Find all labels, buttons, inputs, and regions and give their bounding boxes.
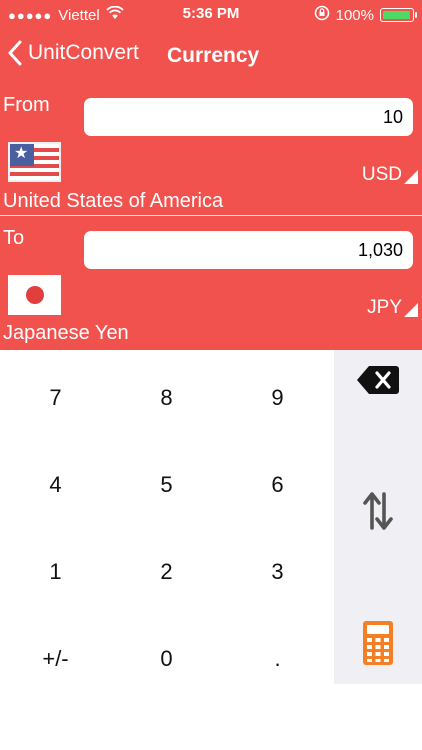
chevron-left-icon xyxy=(8,40,22,66)
from-label: From xyxy=(3,94,50,116)
from-currency-selector[interactable]: USD xyxy=(362,164,418,186)
to-currency-selector[interactable]: JPY xyxy=(367,297,418,319)
key-6[interactable]: 6 xyxy=(222,441,333,528)
key-decimal[interactable]: . xyxy=(222,615,333,702)
navigation-bar: UnitConvert Currency xyxy=(0,36,422,76)
back-button[interactable]: UnitConvert xyxy=(8,40,139,66)
section-divider xyxy=(0,215,422,216)
swap-icon xyxy=(363,492,393,530)
battery-icon xyxy=(380,8,417,22)
key-2[interactable]: 2 xyxy=(111,528,222,615)
rotation-lock-icon xyxy=(314,5,330,25)
key-plus-minus[interactable]: +/- xyxy=(0,615,111,702)
backspace-button[interactable] xyxy=(334,364,422,398)
back-button-label: UnitConvert xyxy=(28,41,139,64)
number-keypad: 7 8 9 4 5 6 1 2 3 +/- 0 . xyxy=(0,350,334,684)
key-7[interactable]: 7 xyxy=(0,354,111,441)
battery-percent: 100% xyxy=(335,6,374,24)
calculator-button[interactable] xyxy=(334,620,422,668)
to-label: To xyxy=(3,227,25,249)
page-title: Currency xyxy=(167,44,260,67)
calculator-icon xyxy=(363,621,393,665)
keypad-side-panel xyxy=(334,350,422,684)
key-9[interactable]: 9 xyxy=(222,354,333,441)
key-1[interactable]: 1 xyxy=(0,528,111,615)
dropdown-triangle-icon xyxy=(404,303,418,317)
dropdown-triangle-icon xyxy=(404,170,418,184)
from-country-name: United States of America xyxy=(3,190,224,212)
rising-sun-circle xyxy=(25,286,44,304)
backspace-icon xyxy=(357,366,399,394)
to-amount-input[interactable]: 1,030 xyxy=(84,231,413,269)
from-currency-code: USD xyxy=(361,164,402,185)
to-currency-code: JPY xyxy=(367,297,402,318)
swap-button[interactable] xyxy=(334,490,422,534)
us-flag-icon[interactable]: ★ xyxy=(8,142,61,182)
to-country-name: Japanese Yen xyxy=(3,322,129,344)
status-bar: ●●●●● Viettel 5:36 PM 100% xyxy=(0,0,422,30)
from-amount-input[interactable]: 10 xyxy=(84,98,413,136)
key-8[interactable]: 8 xyxy=(111,354,222,441)
key-4[interactable]: 4 xyxy=(0,441,111,528)
key-3[interactable]: 3 xyxy=(222,528,333,615)
key-5[interactable]: 5 xyxy=(111,441,222,528)
converter-panel: ●●●●● Viettel 5:36 PM 100% UnitConvert C… xyxy=(0,0,422,350)
japan-flag-icon[interactable] xyxy=(8,275,61,315)
battery-level xyxy=(383,11,410,19)
key-0[interactable]: 0 xyxy=(111,615,222,702)
